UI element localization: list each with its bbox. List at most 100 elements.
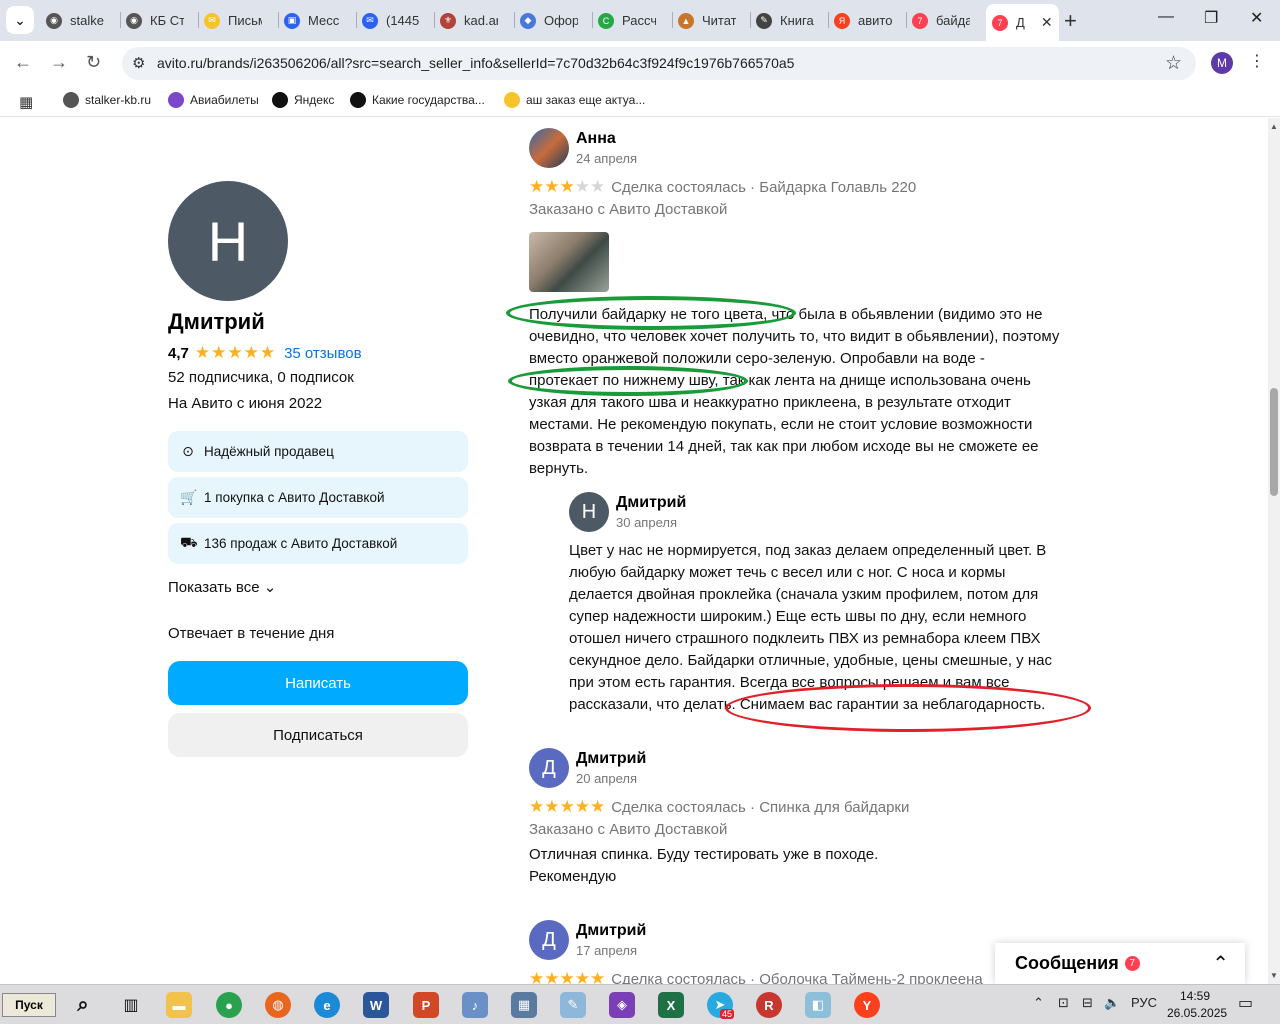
tray-chevron-icon[interactable]: ⌃ [1033,995,1044,1011]
forward-button[interactable]: → [50,52,68,73]
tab-item[interactable]: ✉ (1445 [362,6,420,35]
paint-icon[interactable]: ✎ [560,992,586,1018]
tab-favicon-icon: ▣ [284,12,300,29]
tab-search-button[interactable]: ⌄ [6,6,34,34]
close-window-button[interactable]: ✕ [1250,8,1263,28]
clock-date[interactable]: 26.05.2025 [1167,1006,1227,1020]
tab-favicon-icon: ✉ [362,12,378,29]
tab-item[interactable]: Яавито [834,6,892,35]
app-icon[interactable]: ♪ [462,992,488,1018]
avito-badge-icon: 7 [992,14,1008,31]
tab-favicon-icon: ⚜ [440,12,456,29]
minimize-button[interactable]: — [1158,8,1174,26]
chevron-up-icon[interactable]: ⌃ [1212,951,1229,976]
calculator-icon[interactable]: ▦ [511,992,537,1018]
scrollbar-thumb[interactable] [1270,388,1278,496]
yandex-browser-icon[interactable]: Y [854,992,880,1018]
text-line: протекает по нижнему шву, так как лента … [529,372,1031,389]
excel-icon[interactable]: X [658,992,684,1018]
review-photo[interactable] [529,232,609,292]
text-line: супер надежности широким.) Еще есть швы … [569,608,1027,625]
back-button[interactable]: ← [14,52,32,73]
text-line: возврата в течении 14 дней, так как при … [529,438,1039,455]
reviewer-name[interactable]: Дмитрий [576,750,646,768]
bookmark-item[interactable]: stalker-kb.ru [63,92,151,108]
tab-item[interactable]: C Рассч [598,6,656,35]
network-icon[interactable]: ⊟ [1082,995,1093,1011]
tab-item[interactable]: ✎ Книга [756,6,814,35]
page-scrollbar[interactable]: ▲ ▼ [1268,118,1280,984]
badge-reliable-seller: ⊙ Надёжный продавец [168,431,468,472]
tab-separator [672,12,673,28]
tray-app-icon[interactable]: ⊡ [1058,995,1069,1011]
tab-item[interactable]: ✉ Письм [204,6,262,35]
reply-author[interactable]: Дмитрий [616,494,686,512]
tab-title: Письм [228,13,262,28]
deal-text: Сделка состоялась · Спинка для байдарки [611,798,910,816]
url-text[interactable]: avito.ru/brands/i263506206/all?src=searc… [157,55,794,71]
reviewer-avatar: Д [529,748,569,788]
rating-value: 4,7 [168,344,189,362]
bookmark-star-icon[interactable]: ☆ [1165,52,1182,75]
tab-item[interactable]: 7 байда [912,6,970,35]
new-tab-button[interactable]: + [1064,8,1077,34]
bookmark-label: аш заказ еще актуа... [526,93,646,107]
write-message-button[interactable]: Написать [168,661,468,705]
start-button[interactable]: Пуск [2,993,56,1017]
reload-button[interactable]: ↻ [86,52,101,73]
bookmark-item[interactable]: Яндекс [272,92,334,108]
close-icon[interactable]: ✕ [1041,14,1053,31]
show-all-link[interactable]: Показать все ⌄ [168,578,276,596]
chrome-icon[interactable]: ● [216,992,242,1018]
clock-time[interactable]: 14:59 [1180,989,1210,1003]
app-r-icon[interactable]: R [756,992,782,1018]
profile-avatar[interactable]: M [1211,52,1233,74]
tab-item[interactable]: ▣ Месс [284,6,342,35]
scroll-up-icon[interactable]: ▲ [1270,122,1278,131]
address-bar[interactable]: ⚙ avito.ru/brands/i263506206/all?src=sea… [122,47,1196,80]
subscribe-button[interactable]: Подписаться [168,713,468,757]
task-view-icon[interactable]: ▥ [118,992,144,1018]
telegram-badge: 45 [720,1009,735,1019]
bookmark-item[interactable]: Какие государства... [350,92,485,108]
bookmarks-bar: ▦ stalker-kb.ru Авиабилеты Яндекс Какие гос… [0,87,1280,117]
bookmark-label: Авиабилеты [190,93,259,107]
rating-stars-icon: ★★★★★ [529,797,606,816]
word-icon[interactable]: W [363,992,389,1018]
reviewer-name[interactable]: Анна [576,130,616,148]
file-explorer-icon[interactable]: ▬ [166,992,192,1018]
firefox-icon[interactable]: ◍ [265,992,291,1018]
bookmark-favicon-icon [272,92,288,108]
language-indicator[interactable]: РУС [1131,995,1157,1010]
powerpoint-icon[interactable]: P [413,992,439,1018]
notifications-icon[interactable]: ▭ [1238,993,1253,1013]
more-menu-icon[interactable]: ⋮ [1249,51,1265,71]
tab-title: Д [1016,15,1025,30]
seller-name[interactable]: Дмитрий [168,309,265,335]
truck-icon: ⛟ [180,534,198,550]
bookmark-item[interactable]: Авиабилеты [168,92,259,108]
tab-item[interactable]: ▲ Читат [678,6,736,35]
tab-item[interactable]: ◉ stalke [46,6,104,35]
ie-icon[interactable]: e [314,992,340,1018]
volume-icon[interactable]: 🔈 [1104,995,1120,1011]
tab-item[interactable]: ◆ Офор [520,6,578,35]
site-settings-icon[interactable]: ⚙ [132,54,145,72]
reviewer-name[interactable]: Дмитрий [576,922,646,940]
text-line: секундное дело. Байдарки отличные, удобн… [569,652,1052,669]
tab-item[interactable]: ◉ КБ Ст [126,6,184,35]
apps-grid-icon[interactable]: ▦ [19,93,33,111]
scroll-down-icon[interactable]: ▼ [1270,971,1278,980]
badge-label: 1 покупка с Авито Доставкой [204,490,385,505]
restore-button[interactable]: ❐ [1204,8,1218,28]
tab-active[interactable]: 7 Д ✕ [986,4,1059,41]
search-icon[interactable]: ⌕ [70,992,96,1018]
member-since-text: На Авито с июня 2022 [168,395,323,412]
bookmark-favicon-icon [63,92,79,108]
reviews-link[interactable]: 35 отзывов [284,345,362,362]
game-icon[interactable]: ◈ [609,992,635,1018]
messages-panel[interactable]: Сообщения 7 ⌃ [995,943,1245,984]
app-icon[interactable]: ◧ [805,992,831,1018]
bookmark-item[interactable]: аш заказ еще актуа... [504,92,645,108]
tab-item[interactable]: ⚜ kad.ar [440,6,498,35]
